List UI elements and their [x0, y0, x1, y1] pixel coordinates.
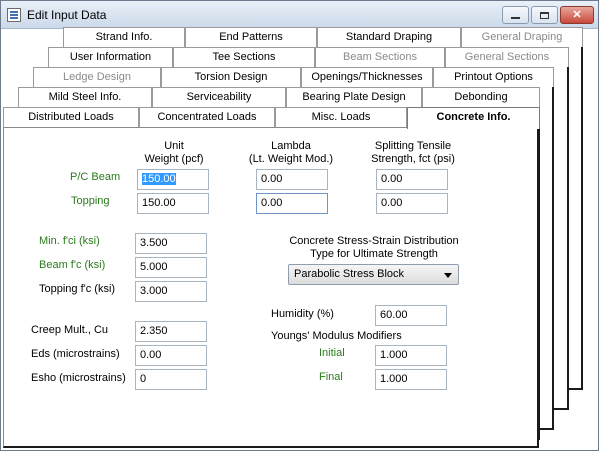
lambda-header: Lambda (Lt. Weight Mod.): [236, 140, 346, 166]
client-area: Strand Info. End Patterns Standard Drapi…: [1, 27, 598, 450]
maximize-button[interactable]: [531, 6, 558, 24]
tab-serviceability[interactable]: Serviceability: [152, 87, 286, 107]
humidity-value: 60.00: [380, 309, 408, 321]
stress-block-dropdown[interactable]: Parabolic Stress Block: [288, 264, 459, 285]
stress-strain-title: Concrete Stress-Strain Distribution Type…: [274, 235, 474, 261]
pc-beam-splitting-value: 0.00: [381, 173, 403, 185]
pc-beam-unit-weight-field[interactable]: 150.00: [137, 169, 209, 190]
window-title: Edit Input Data: [27, 8, 107, 22]
tab-distributed-loads[interactable]: Distributed Loads: [3, 107, 139, 127]
stress-block-selected: Parabolic Stress Block: [294, 268, 405, 280]
tab-torsion-design[interactable]: Torsion Design: [161, 67, 301, 87]
title-bar[interactable]: Edit Input Data ✕: [1, 1, 598, 29]
unit-weight-header-line2: Weight (pcf): [144, 153, 204, 165]
esho-label: Esho (microstrains): [31, 372, 126, 384]
min-fci-field[interactable]: 3.500: [135, 233, 207, 254]
topping-fc-label: Topping f'c (ksi): [39, 283, 116, 295]
youngs-final-field[interactable]: 1.000: [375, 369, 447, 390]
youngs-modulus-title: Youngs' Modulus Modifiers: [271, 330, 402, 342]
youngs-initial-label: Initial: [319, 347, 345, 359]
topping-label: Topping: [71, 195, 110, 207]
tab-strand-info[interactable]: Strand Info.: [63, 27, 185, 47]
tab-concrete-info[interactable]: Concrete Info.: [407, 107, 540, 129]
topping-unit-weight-value: 150.00: [142, 197, 176, 209]
app-icon: [7, 8, 21, 22]
tab-ledge-design[interactable]: Ledge Design: [33, 67, 161, 87]
tab-general-sections[interactable]: General Sections: [445, 47, 569, 67]
tab-bearing-plate-design[interactable]: Bearing Plate Design: [286, 87, 422, 107]
tab-user-information[interactable]: User Information: [48, 47, 173, 67]
tab-debonding[interactable]: Debonding: [422, 87, 540, 107]
beam-fc-field[interactable]: 5.000: [135, 257, 207, 278]
creep-mult-label: Creep Mult., Cu: [31, 324, 109, 336]
concrete-info-panel: Unit Weight (pcf) Lambda (Lt. Weight Mod…: [3, 127, 539, 448]
humidity-field[interactable]: 60.00: [375, 305, 447, 326]
close-button[interactable]: ✕: [560, 6, 594, 24]
tab-misc-loads[interactable]: Misc. Loads: [275, 107, 407, 127]
beam-fc-value: 5.000: [140, 261, 168, 273]
splitting-header-line1: Splitting Tensile: [374, 140, 452, 152]
youngs-initial-value: 1.000: [380, 349, 408, 361]
esho-value: 0: [140, 373, 147, 385]
topping-fc-field[interactable]: 3.000: [135, 281, 207, 302]
topping-fc-value: 3.000: [140, 285, 168, 297]
pc-beam-label: P/C Beam: [70, 171, 121, 183]
topping-lambda-value: 0.00: [261, 197, 283, 209]
unit-weight-header: Unit Weight (pcf): [129, 140, 219, 166]
youngs-final-label: Final: [319, 371, 343, 383]
lambda-header-line2: (Lt. Weight Mod.): [248, 153, 334, 165]
tab-openings-thicknesses[interactable]: Openings/Thicknesses: [301, 67, 433, 87]
pc-beam-lambda-field[interactable]: 0.00: [256, 169, 328, 190]
topping-splitting-field[interactable]: 0.00: [376, 193, 448, 214]
pc-beam-splitting-field[interactable]: 0.00: [376, 169, 448, 190]
tab-printout-options[interactable]: Printout Options: [433, 67, 554, 87]
min-fci-value: 3.500: [140, 237, 168, 249]
chevron-down-icon: [444, 273, 452, 278]
splitting-header-line2: Strength, fct (psi): [371, 153, 455, 165]
eds-label: Eds (microstrains): [31, 348, 120, 360]
topping-splitting-value: 0.00: [381, 197, 403, 209]
beam-fc-label: Beam f'c (ksi): [39, 259, 106, 271]
esho-field[interactable]: 0: [135, 369, 207, 390]
creep-mult-value: 2.350: [140, 325, 168, 337]
splitting-header: Splitting Tensile Strength, fct (psi): [358, 140, 468, 166]
topping-unit-weight-field[interactable]: 150.00: [137, 193, 209, 214]
eds-field[interactable]: 0.00: [135, 345, 207, 366]
tab-beam-sections[interactable]: Beam Sections: [315, 47, 445, 67]
stress-strain-title-line1: Concrete Stress-Strain Distribution: [289, 235, 459, 247]
humidity-label: Humidity (%): [271, 308, 334, 320]
minimize-icon: [511, 16, 520, 19]
tab-tee-sections[interactable]: Tee Sections: [173, 47, 315, 67]
tab-mild-steel-info[interactable]: Mild Steel Info.: [18, 87, 152, 107]
tab-concentrated-loads[interactable]: Concentrated Loads: [139, 107, 275, 127]
youngs-initial-field[interactable]: 1.000: [375, 345, 447, 366]
unit-weight-header-line1: Unit: [164, 140, 184, 152]
lambda-header-line1: Lambda: [271, 140, 311, 152]
youngs-final-value: 1.000: [380, 373, 408, 385]
eds-value: 0.00: [140, 349, 162, 361]
topping-lambda-field[interactable]: 0.00: [256, 193, 328, 214]
tab-end-patterns[interactable]: End Patterns: [185, 27, 317, 47]
tab-standard-draping[interactable]: Standard Draping: [317, 27, 461, 47]
pc-beam-unit-weight-value: 150.00: [142, 173, 176, 185]
creep-mult-field[interactable]: 2.350: [135, 321, 207, 342]
edit-input-data-window: Edit Input Data ✕ Strand Info. End Patte…: [0, 0, 599, 451]
min-fci-label: Min. f'ci (ksi): [39, 235, 100, 247]
maximize-icon: [540, 11, 549, 19]
stress-strain-title-line2: Type for Ultimate Strength: [310, 248, 438, 260]
pc-beam-lambda-value: 0.00: [261, 173, 283, 185]
minimize-button[interactable]: [502, 6, 529, 24]
tab-general-draping[interactable]: General Draping: [461, 27, 583, 47]
close-icon: ✕: [572, 8, 582, 21]
